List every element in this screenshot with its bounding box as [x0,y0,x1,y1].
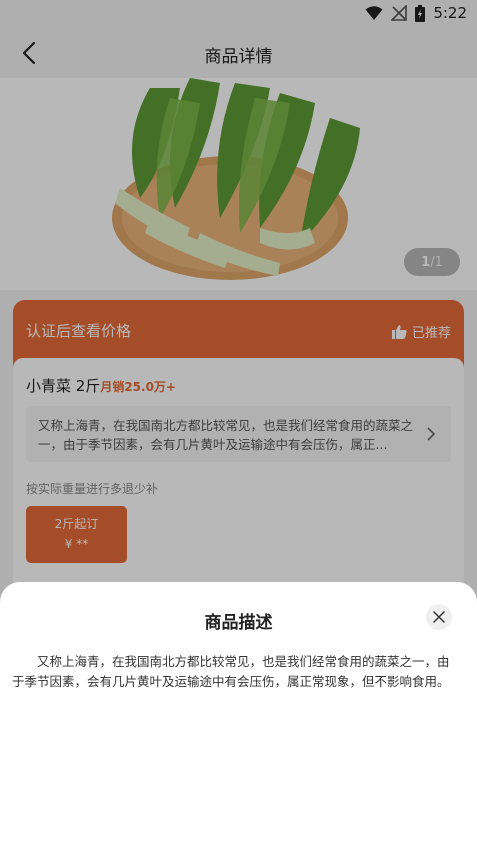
close-button[interactable] [426,604,452,630]
close-icon [433,611,445,623]
sheet-description-text: 又称上海青，在我国南北方都比较常见，也是我们经常食用的蔬菜之一，由于季节因素，会… [12,654,450,689]
sheet-title: 商品描述 [204,613,273,633]
description-sheet: 商品描述 又称上海青，在我国南北方都比较常见，也是我们经常食用的蔬菜之一，由于季… [0,582,477,848]
